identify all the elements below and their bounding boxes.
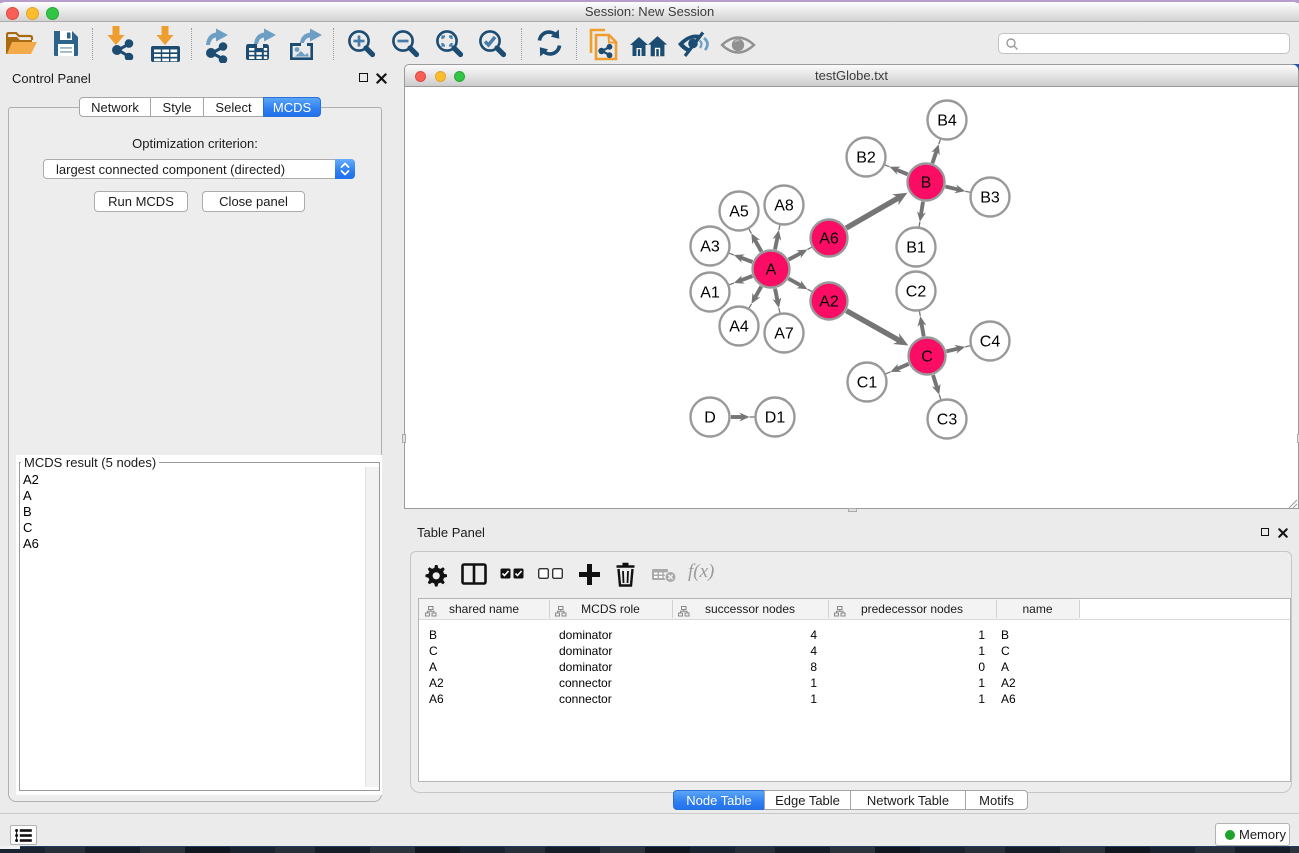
svg-text:C4: C4 [980,334,1001,351]
svg-text:C2: C2 [906,284,927,301]
svg-text:A6: A6 [819,231,839,248]
svg-text:B3: B3 [980,190,1000,207]
svg-text:B4: B4 [937,113,957,130]
svg-text:A7: A7 [774,326,794,343]
svg-text:B1: B1 [906,240,926,257]
svg-text:C3: C3 [937,412,958,429]
svg-text:A3: A3 [700,239,720,256]
svg-text:D: D [704,410,716,427]
svg-text:C: C [921,349,933,366]
svg-text:A5: A5 [729,204,749,221]
svg-text:A8: A8 [774,198,794,215]
svg-text:B: B [921,175,932,192]
svg-text:B2: B2 [856,150,876,167]
svg-text:A2: A2 [819,294,839,311]
svg-text:A1: A1 [700,285,720,302]
svg-text:A: A [766,262,777,279]
svg-text:C1: C1 [857,375,878,392]
svg-text:A4: A4 [729,319,749,336]
svg-text:D1: D1 [765,410,786,427]
